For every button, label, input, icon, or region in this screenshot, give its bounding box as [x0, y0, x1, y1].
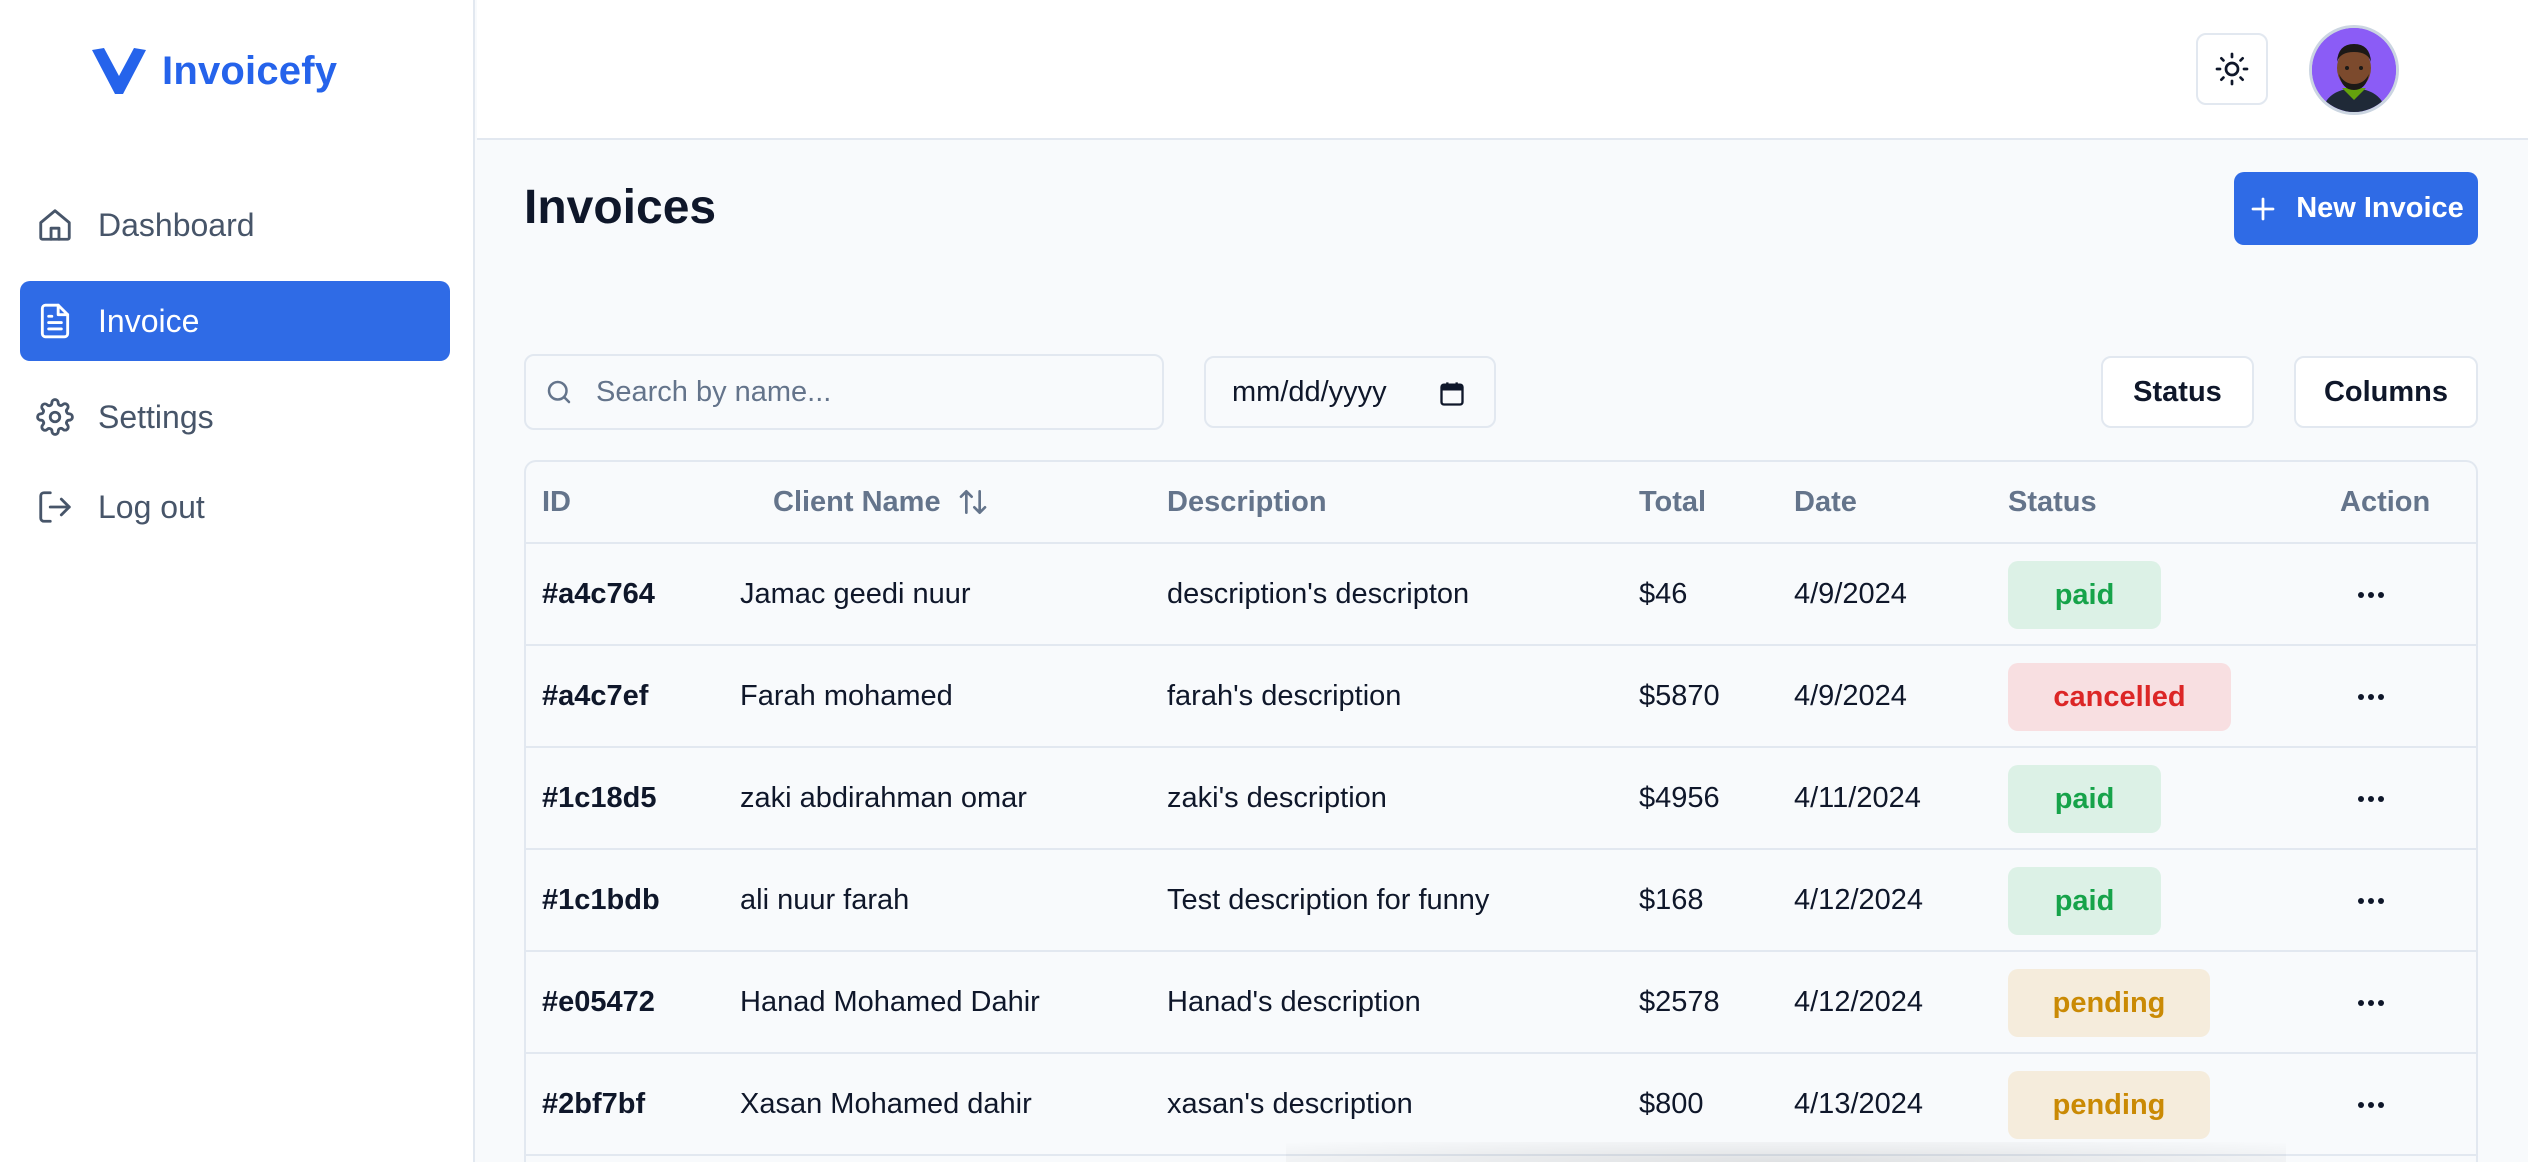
more-actions-icon[interactable]: [2356, 886, 2386, 916]
search-icon: [547, 380, 571, 404]
avatar-image: [2312, 28, 2396, 112]
gear-icon: [36, 398, 74, 436]
new-invoice-label: New Invoice: [2296, 192, 2464, 224]
brand-name: Invoicefy: [162, 48, 338, 93]
status-badge: paid: [2008, 765, 2161, 833]
search-box[interactable]: [524, 354, 1164, 430]
cell-client-name: Xasan Mohamed dahir: [740, 1088, 1032, 1120]
cell-date: 4/12/2024: [1794, 986, 1924, 1018]
cell-date: 4/9/2024: [1794, 578, 1907, 610]
sidebar-nav: Dashboard Invoice Settings Log out: [20, 185, 450, 563]
sun-icon: [2215, 52, 2249, 86]
user-avatar[interactable]: [2309, 25, 2399, 115]
cell-client-name: Farah mohamed: [740, 680, 953, 712]
cell-id: #2bf7bf: [542, 1088, 646, 1120]
new-invoice-button[interactable]: New Invoice: [2234, 172, 2478, 245]
date-placeholder: mm/dd/yyyy: [1232, 375, 1387, 408]
column-header-total: Total: [1639, 486, 1707, 518]
cell-id: #1c1bdb: [542, 884, 660, 916]
cell-description: Hanad's description: [1167, 986, 1421, 1018]
cell-id: #a4c7ef: [542, 680, 649, 712]
logo-icon: [92, 48, 146, 94]
more-actions-icon[interactable]: [2356, 988, 2386, 1018]
more-actions-icon[interactable]: [2356, 580, 2386, 610]
file-text-icon: [40, 303, 70, 339]
columns-button[interactable]: Columns: [2294, 356, 2478, 428]
cell-id: #1c18d5: [542, 782, 657, 814]
cell-id: #a4c764: [542, 578, 655, 610]
column-header-status: Status: [2008, 486, 2097, 518]
cell-date: 4/12/2024: [1794, 884, 1924, 916]
sidebar-item-logout[interactable]: Log out: [20, 467, 450, 547]
sidebar-item-invoice[interactable]: Invoice: [20, 281, 450, 361]
page-title: Invoices: [524, 181, 717, 234]
more-actions-icon[interactable]: [2356, 1090, 2386, 1120]
table-row[interactable]: #a4c7ef Farah mohamed farah's descriptio…: [526, 646, 2476, 748]
home-icon: [39, 209, 71, 241]
status-filter-button[interactable]: Status: [2101, 356, 2254, 428]
cell-total: $46: [1639, 578, 1688, 610]
date-filter-input[interactable]: mm/dd/yyyy: [1204, 356, 1496, 428]
cell-date: 4/11/2024: [1794, 782, 1921, 814]
cell-description: xasan's description: [1167, 1088, 1413, 1120]
cell-description: Test description for funny: [1167, 884, 1490, 916]
sidebar-item-label: Log out: [98, 488, 205, 525]
cell-client-name: zaki abdirahman omar: [740, 782, 1027, 814]
table-row[interactable]: #2bf7bf Xasan Mohamed dahir xasan's desc…: [526, 1054, 2476, 1156]
more-actions-icon[interactable]: [2356, 682, 2386, 712]
status-badge: pending: [2008, 969, 2210, 1037]
cell-total: $4956: [1639, 782, 1720, 814]
column-header-description: Description: [1167, 486, 1327, 518]
sidebar-item-dashboard[interactable]: Dashboard: [20, 185, 450, 265]
cell-description: zaki's description: [1167, 782, 1387, 814]
calendar-icon[interactable]: [1438, 380, 1466, 408]
status-badge: cancelled: [2008, 663, 2231, 731]
table-row[interactable]: #a4c764 Jamac geedi nuur description's d…: [526, 544, 2476, 646]
scroll-shadow: [1286, 1142, 2286, 1162]
sidebar-item-label: Dashboard: [98, 206, 255, 243]
status-badge: paid: [2008, 561, 2161, 629]
cell-client-name: ali nuur farah: [740, 884, 910, 916]
column-header-label: Client Name: [773, 486, 941, 518]
column-header-id: ID: [542, 486, 571, 518]
cell-description: farah's description: [1167, 680, 1402, 712]
cell-id: #e05472: [542, 986, 655, 1018]
brand-logo[interactable]: Invoicefy: [90, 46, 337, 96]
cell-total: $5870: [1639, 680, 1720, 712]
cell-description: description's descripton: [1167, 578, 1470, 610]
cell-client-name: Hanad Mohamed Dahir: [740, 986, 1040, 1018]
sidebar-item-settings[interactable]: Settings: [20, 377, 450, 457]
theme-toggle-button[interactable]: [2196, 33, 2268, 105]
cell-client-name: Jamac geedi nuur: [740, 578, 971, 610]
sidebar-item-label: Invoice: [98, 302, 200, 339]
table-row[interactable]: #e05472 Hanad Mohamed Dahir Hanad's desc…: [526, 952, 2476, 1054]
plus-icon: [2251, 197, 2275, 220]
column-header-client-name[interactable]: Client Name: [773, 462, 989, 542]
search-input[interactable]: [596, 375, 1136, 409]
column-header-action: Action: [2340, 486, 2431, 518]
cell-date: 4/13/2024: [1794, 1088, 1924, 1120]
status-badge: paid: [2008, 867, 2161, 935]
sidebar-item-label: Settings: [98, 398, 214, 435]
column-header-date: Date: [1794, 486, 1857, 518]
sort-icon[interactable]: [957, 486, 989, 518]
more-actions-icon[interactable]: [2356, 784, 2386, 814]
invoices-table: ID Client Name Description Total Date St…: [524, 460, 2478, 1162]
table-header: ID Client Name Description Total Date St…: [526, 462, 2476, 544]
status-badge: pending: [2008, 1071, 2210, 1139]
cell-date: 4/9/2024: [1794, 680, 1907, 712]
cell-total: $168: [1639, 884, 1704, 916]
cell-total: $2578: [1639, 986, 1720, 1018]
cell-total: $800: [1639, 1088, 1704, 1120]
log-out-icon: [39, 491, 71, 523]
sidebar: Invoicefy Dashboard Invoice Settings Log…: [0, 0, 475, 1162]
table-row[interactable]: #1c1bdb ali nuur farah Test description …: [526, 850, 2476, 952]
table-row[interactable]: #1c18d5 zaki abdirahman omar zaki's desc…: [526, 748, 2476, 850]
